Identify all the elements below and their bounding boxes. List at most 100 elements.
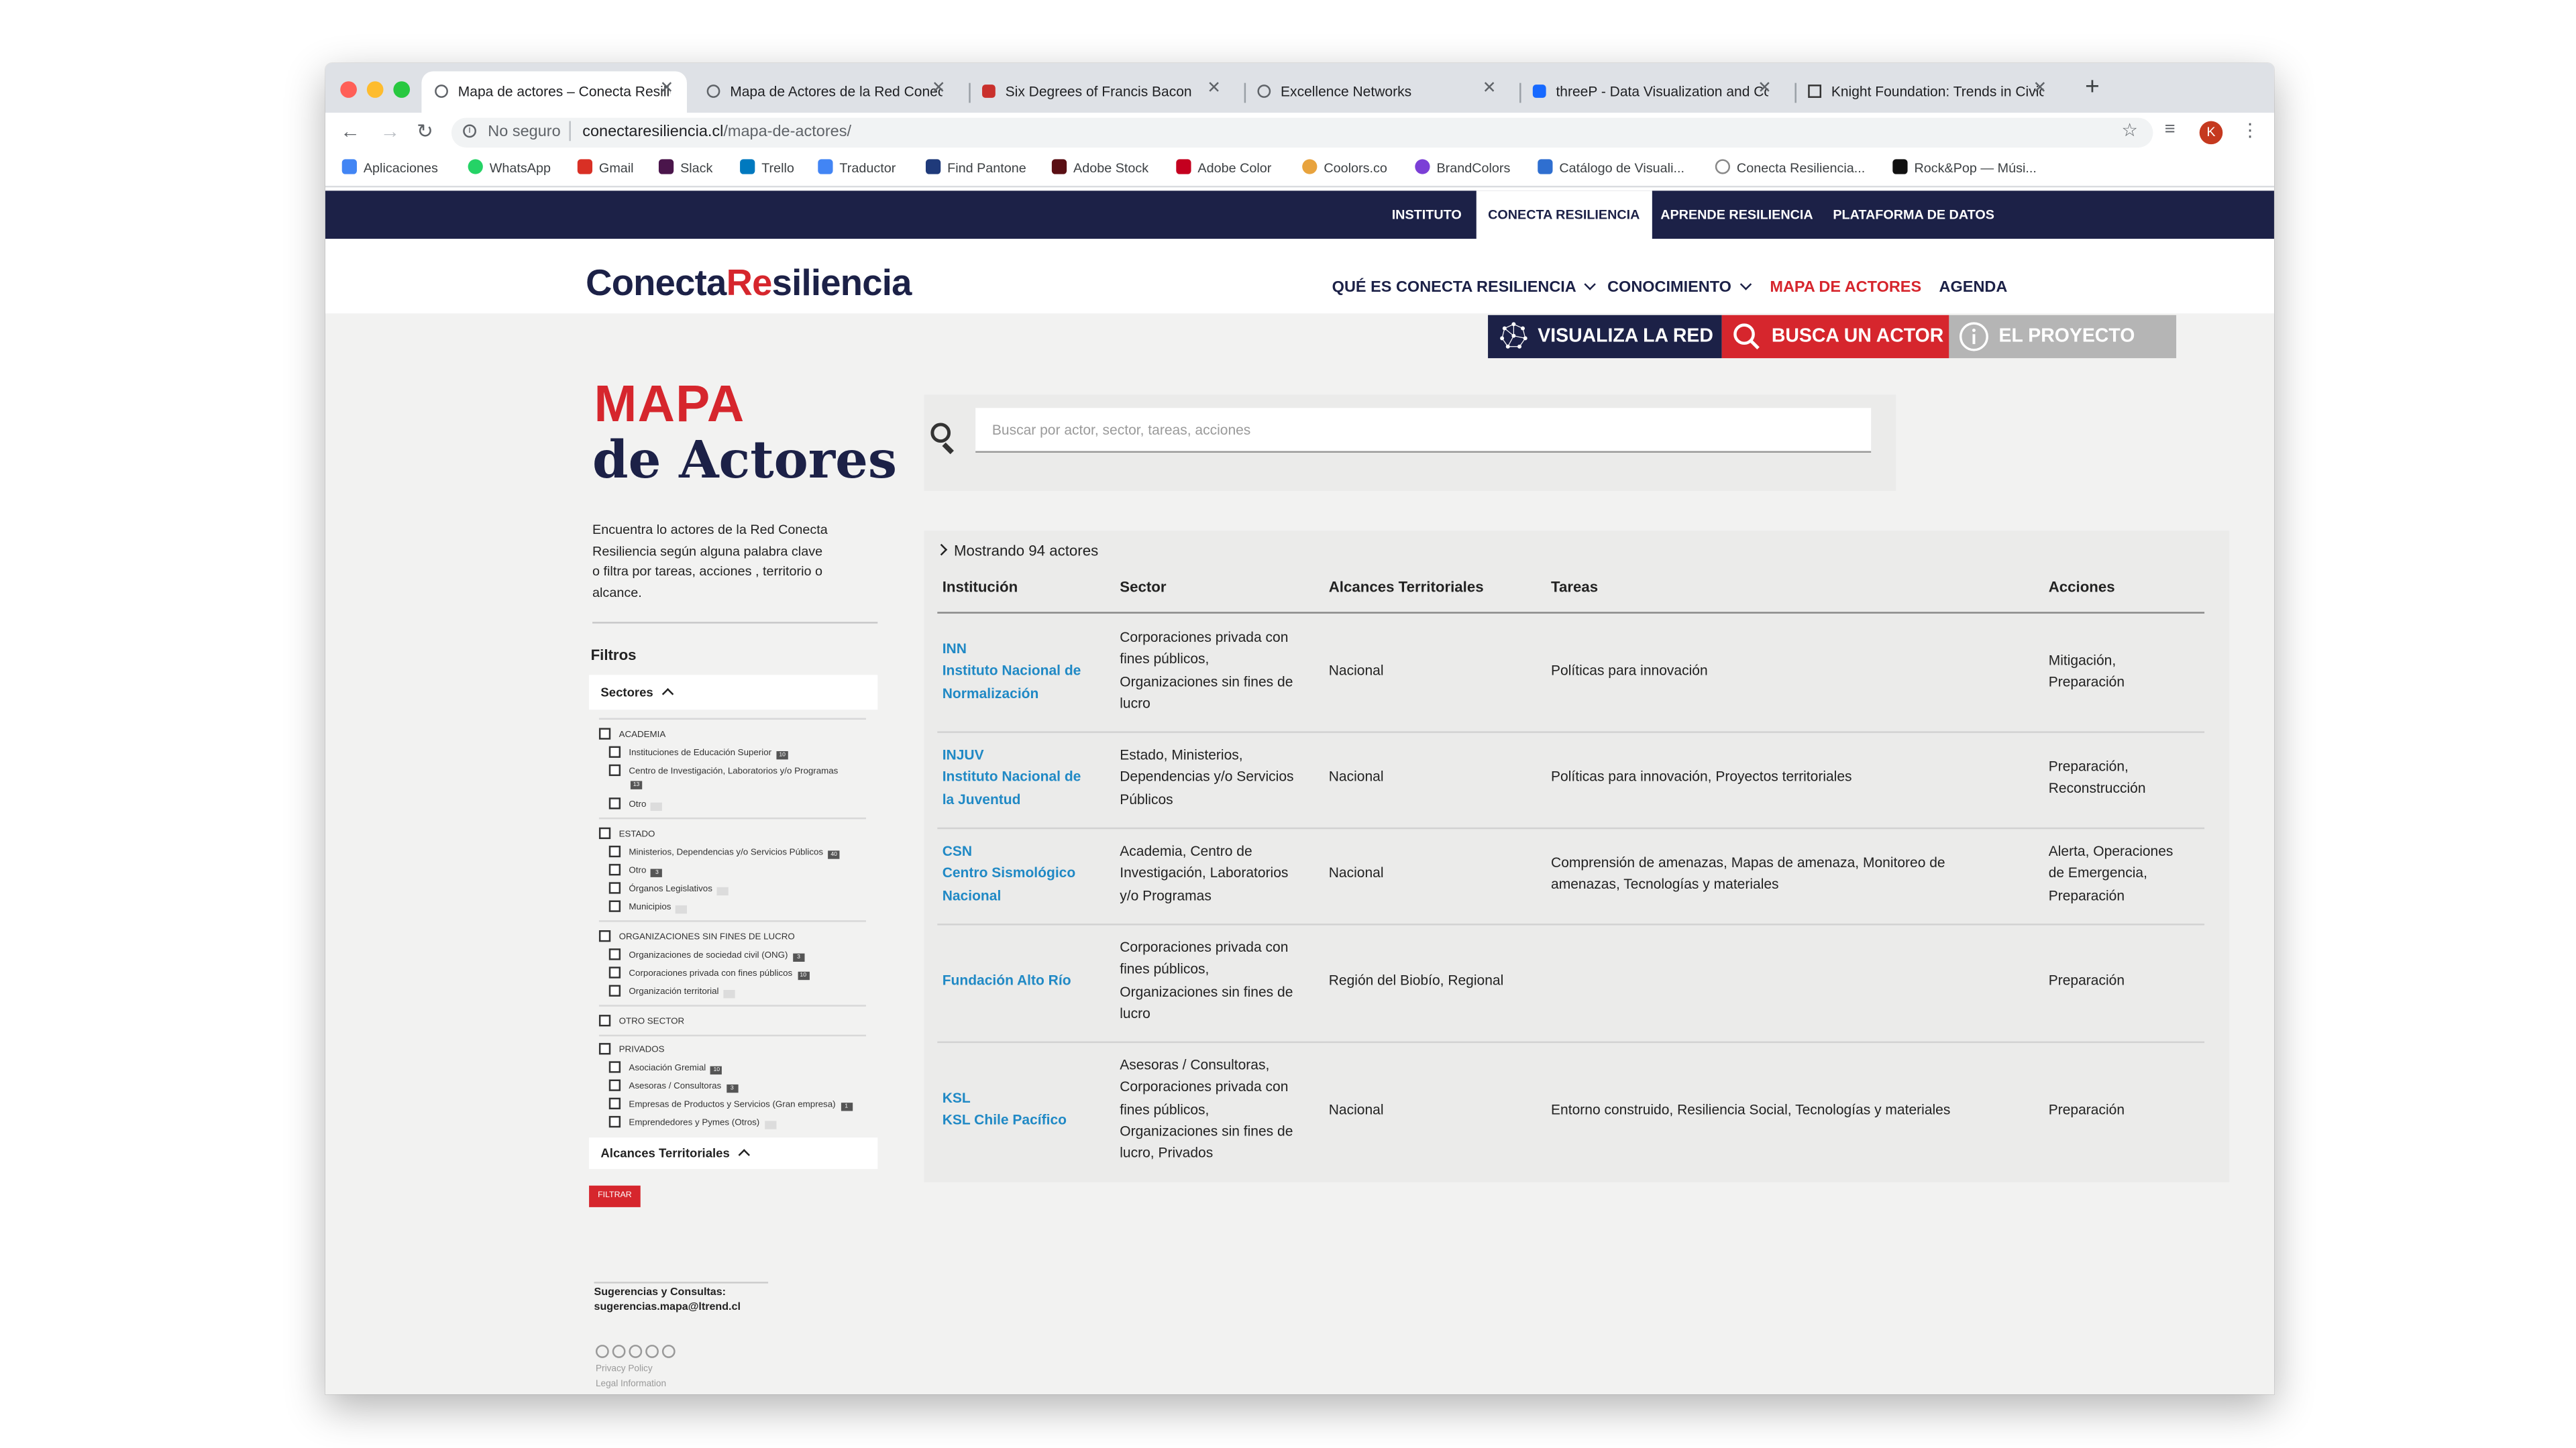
filter-item[interactable]: Corporaciones privada con fines públicos… <box>608 966 809 981</box>
topbar-aprende-resiliencia[interactable]: APRENDE RESILIENCIA <box>1649 190 1825 239</box>
forward-arrow-icon[interactable]: → <box>380 119 400 143</box>
filter-group-privados[interactable]: PRIVADOS <box>598 1043 665 1057</box>
el-proyecto-button[interactable]: EL PROYECTO <box>1949 315 2177 359</box>
bookmark-brandcolors[interactable]: BrandColors <box>1415 159 1510 176</box>
filter-item[interactable]: Asociación Gremial 10 <box>608 1061 722 1075</box>
nav-conocimiento[interactable]: CONOCIMIENTO <box>1607 278 1752 297</box>
bookmark-aplicaciones[interactable]: Aplicaciones <box>341 159 438 176</box>
checkbox[interactable] <box>608 1079 621 1091</box>
actor-link-inn[interactable]: INN Instituto Nacional de Normalización <box>943 638 1081 705</box>
filter-item[interactable]: Asesoras / Consultoras 3 <box>608 1079 738 1094</box>
minimize-window-button[interactable] <box>366 81 384 98</box>
close-tab-icon[interactable]: ✕ <box>1483 80 1497 98</box>
checkbox[interactable] <box>598 827 611 840</box>
close-tab-icon[interactable]: ✕ <box>932 80 946 98</box>
bookmark-coolors[interactable]: Coolors.co <box>1302 159 1387 176</box>
zoom-window-button[interactable] <box>393 81 411 98</box>
checkbox[interactable] <box>608 764 621 777</box>
checkbox[interactable] <box>608 966 621 979</box>
browser-tab-0[interactable]: Mapa de actores – Conecta Resiliencia ✕ <box>421 71 687 113</box>
site-logo[interactable]: ConectaResiliencia <box>586 262 912 305</box>
filter-item[interactable]: Otro 3 <box>608 864 663 878</box>
bookmark-adobe-color[interactable]: Adobe Color <box>1176 159 1271 176</box>
sectores-header[interactable]: Sectores <box>589 675 878 710</box>
alcances-header[interactable]: Alcances Territoriales <box>589 1137 878 1170</box>
close-tab-icon[interactable]: ✕ <box>659 80 674 98</box>
checkbox[interactable] <box>608 797 621 810</box>
checkbox[interactable] <box>598 1043 611 1055</box>
close-tab-icon[interactable]: ✕ <box>2033 80 2047 98</box>
filter-item[interactable]: Empresas de Productos y Servicios (Gran … <box>608 1097 853 1112</box>
checkbox[interactable] <box>608 1097 621 1110</box>
checkbox[interactable] <box>608 746 621 758</box>
new-tab-icon[interactable]: + <box>2085 73 2100 101</box>
bookmark-trello[interactable]: Trello <box>740 159 794 176</box>
bookmark-conecta[interactable]: Conecta Resiliencia... <box>1715 159 1865 176</box>
browser-tab-3[interactable]: Excellence Networks ✕ <box>1244 71 1510 113</box>
bookmark-rockpop[interactable]: Rock&Pop — Músi... <box>1892 159 2037 176</box>
checkbox[interactable] <box>608 900 621 912</box>
topbar-instituto[interactable]: INSTITUTO <box>1380 190 1473 239</box>
checkbox[interactable] <box>608 948 621 960</box>
filter-item[interactable]: Municipios 0 <box>608 900 688 915</box>
kebab-menu-icon[interactable]: ⋮ <box>2241 119 2259 142</box>
privacy-link[interactable]: Privacy Policy <box>596 1365 653 1375</box>
filter-item[interactable]: Organizaciones de sociedad civil (ONG) 3 <box>608 948 805 962</box>
filter-group-osfl[interactable]: ORGANIZACIONES SIN FINES DE LUCRO <box>598 930 795 944</box>
bookmark-gmail[interactable]: Gmail <box>577 159 634 176</box>
filter-group-estado[interactable]: ESTADO <box>598 827 655 842</box>
bookmark-traductor[interactable]: Traductor <box>818 159 896 176</box>
profile-avatar[interactable]: K <box>2199 121 2223 145</box>
checkbox[interactable] <box>608 985 621 997</box>
browser-tab-4[interactable]: threeP - Data Visualization and Content … <box>1519 71 1785 113</box>
actor-link-fundacion-alto-rio[interactable]: Fundación Alto Río <box>943 970 1071 992</box>
filter-item[interactable]: Emprendedores y Pymes (Otros) 0 <box>608 1115 776 1130</box>
results-count[interactable]: Mostrando 94 actores <box>935 542 1098 559</box>
legal-link[interactable]: Legal Information <box>596 1380 666 1390</box>
nav-que-es[interactable]: QUÉ ES CONECTA RESILIENCIA <box>1332 278 1597 297</box>
media-queue-icon[interactable]: ≡ <box>2165 119 2176 140</box>
actor-link-csn[interactable]: CSN Centro Sismológico Nacional <box>943 841 1076 907</box>
bookmark-adobe-stock[interactable]: Adobe Stock <box>1051 159 1148 176</box>
back-arrow-icon[interactable]: ← <box>340 119 360 143</box>
bookmark-whatsapp[interactable]: WhatsApp <box>468 159 551 176</box>
browser-tab-5[interactable]: Knight Foundation: Trends in Civic Tech … <box>1794 71 2060 113</box>
checkbox[interactable] <box>598 930 611 942</box>
address-bar[interactable]: i No seguro conectaresiliencia.cl/mapa-d… <box>451 117 2153 148</box>
topbar-plataforma-datos[interactable]: PLATAFORMA DE DATOS <box>1821 190 2006 239</box>
topbar-conecta-resiliencia[interactable]: CONECTA RESILIENCIA <box>1476 190 1652 239</box>
close-tab-icon[interactable]: ✕ <box>1758 80 1772 98</box>
filter-group-otro-sector[interactable]: OTRO SECTOR <box>598 1015 684 1029</box>
filter-item[interactable]: Instituciones de Educación Superior 10 <box>608 746 788 761</box>
browser-tab-1[interactable]: Mapa de Actores de la Red Conecta Resili… <box>694 71 959 113</box>
filter-item[interactable]: Órganos Legislativos 0 <box>608 882 729 896</box>
checkbox[interactable] <box>608 845 621 858</box>
nav-mapa-de-actores[interactable]: MAPA DE ACTORES <box>1770 278 1921 296</box>
close-tab-icon[interactable]: ✕ <box>1207 80 1221 98</box>
actor-link-injuv[interactable]: INJUV Instituto Nacional de la Juventud <box>943 744 1081 811</box>
nav-agenda[interactable]: AGENDA <box>1939 278 2008 296</box>
close-window-button[interactable] <box>340 81 357 98</box>
busca-un-actor-button[interactable]: BUSCA UN ACTOR <box>1721 315 1949 359</box>
checkbox[interactable] <box>598 1015 611 1027</box>
filter-item[interactable]: Organización territorial 0 <box>608 985 736 999</box>
browser-tab-2[interactable]: Six Degrees of Francis Bacon ✕ <box>969 71 1234 113</box>
filter-item[interactable]: Ministerios, Dependencias y/o Servicios … <box>608 845 840 860</box>
checkbox[interactable] <box>608 882 621 894</box>
filter-group-academia[interactable]: ACADEMIA <box>598 728 665 742</box>
search-input[interactable] <box>975 408 1872 453</box>
checkbox[interactable] <box>608 1061 621 1073</box>
bookmark-slack[interactable]: Slack <box>658 159 712 176</box>
contact-email[interactable]: sugerencias.mapa@ltrend.cl <box>594 1301 741 1315</box>
filter-item[interactable]: Centro de Investigación, Laboratorios y/… <box>608 764 838 779</box>
reload-icon[interactable]: ↻ <box>417 119 433 143</box>
actor-link-ksl[interactable]: KSL KSL Chile Pacífico <box>943 1088 1067 1132</box>
filter-item[interactable]: Otro 0 <box>608 797 663 812</box>
visualiza-la-red-button[interactable]: VISUALIZA LA RED <box>1488 315 1722 359</box>
checkbox[interactable] <box>598 728 611 740</box>
bookmark-find-pantone[interactable]: Find Pantone <box>925 159 1026 176</box>
info-icon[interactable]: i <box>463 124 476 138</box>
star-icon[interactable]: ☆ <box>2122 119 2138 142</box>
checkbox[interactable] <box>608 864 621 876</box>
bookmark-catalogo[interactable]: Catálogo de Visuali... <box>1538 159 1684 176</box>
